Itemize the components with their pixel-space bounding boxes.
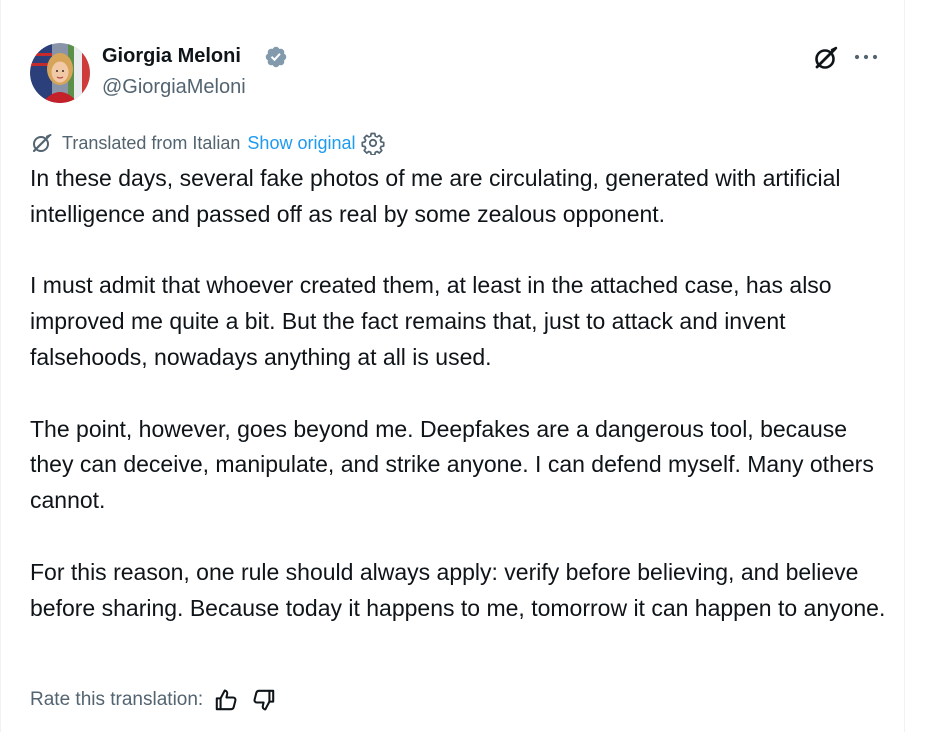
thumbs-down-icon[interactable] — [251, 687, 277, 713]
more-icon[interactable] — [852, 44, 880, 72]
tweet-paragraph: In these days, several fake photos of me… — [30, 165, 841, 227]
tweet: Giorgia Meloni @GiorgiaMeloni Translated… — [0, 0, 904, 732]
tweet-paragraph: The point, however, goes beyond me. Deep… — [30, 415, 874, 514]
translated-from-label: Translated from Italian — [62, 132, 241, 153]
show-original-link[interactable]: Show original — [247, 133, 355, 154]
translation-bar: Translated from Italian Show original — [30, 131, 386, 155]
timeline-right-border — [904, 0, 905, 732]
rate-translation-label: Rate this translation: — [30, 689, 204, 710]
verified-badge-icon[interactable] — [264, 45, 288, 69]
tweet-paragraph: For this reason, one rule should always … — [30, 558, 886, 621]
author-name[interactable]: Giorgia Meloni — [102, 45, 241, 68]
tweet-paragraph: I must admit that whoever created them, … — [30, 272, 832, 370]
avatar[interactable] — [30, 43, 90, 103]
avatar-image — [30, 43, 90, 103]
translate-icon — [32, 134, 52, 153]
grok-icon[interactable] — [812, 44, 840, 72]
tweet-text: In these days, several fake photos of me… — [30, 161, 892, 626]
gear-icon[interactable] — [361, 131, 386, 155]
thumbs-up-icon[interactable] — [213, 687, 239, 713]
rate-translation-bar: Rate this translation: — [30, 686, 289, 714]
author-handle[interactable]: @GiorgiaMeloni — [102, 76, 246, 99]
